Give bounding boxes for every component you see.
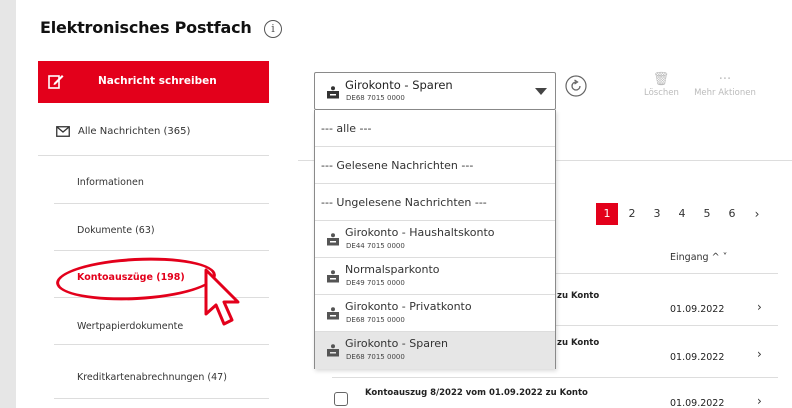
selected-account-iban: DE68 7015 0000: [346, 94, 405, 102]
row-date: 01.09.2022: [670, 352, 725, 363]
info-icon[interactable]: i: [264, 20, 282, 38]
row-title[interactable]: Kontoauszug 8/2022 vom 01.09.2022 zu Kon…: [365, 388, 588, 398]
option-account-iban: DE68 7015 0000: [346, 316, 405, 324]
row-date: 01.09.2022: [670, 304, 725, 315]
more-actions-label: Mehr Aktionen: [694, 88, 756, 98]
chevron-right-icon[interactable]: ›: [757, 300, 762, 314]
chevron-right-icon[interactable]: ›: [757, 347, 762, 361]
sparkasse-logo-icon: [327, 86, 339, 99]
mouse-pointer-icon: [204, 268, 240, 326]
page-title: Elektronisches Postfach: [40, 18, 252, 37]
sort-by-date-button[interactable]: Eingang ^ ˅: [670, 252, 727, 263]
chevron-down-icon: [535, 88, 547, 95]
row-title[interactable]: zu Konto: [557, 338, 599, 348]
option-account-iban: DE49 7015 0000: [346, 279, 405, 287]
sidebar-item-all-messages[interactable]: Alle Nachrichten (365): [38, 110, 269, 156]
sidebar-item-label: Alle Nachrichten (365): [78, 126, 191, 137]
option-account-selected[interactable]: Girokonto - Sparen DE68 7015 0000: [315, 332, 555, 369]
compose-icon: [48, 75, 64, 89]
option-all[interactable]: --- alle ---: [315, 110, 555, 147]
option-read[interactable]: --- Gelesene Nachrichten ---: [315, 147, 555, 184]
more-actions-button[interactable]: ··· Mehr Aktionen: [692, 72, 758, 98]
compose-message-button[interactable]: Nachricht schreiben: [38, 61, 269, 103]
sidebar-item-label: Kreditkartenabrechnungen (47): [77, 372, 227, 383]
row-checkbox[interactable]: [334, 392, 348, 406]
pagination: 1 2 3 4 5 6 ›: [596, 203, 768, 225]
page-1-button[interactable]: 1: [596, 203, 618, 225]
trash-icon: 🗑: [652, 72, 670, 87]
sparkasse-logo-icon: [327, 233, 339, 246]
option-account-name: Girokonto - Haushaltskonto: [345, 226, 495, 239]
option-label: --- alle ---: [321, 122, 372, 135]
chevron-right-icon[interactable]: ›: [757, 394, 762, 408]
mailbox-panel: Elektronisches Postfach i Nachricht schr…: [16, 0, 792, 408]
sidebar-item-label: Wertpapierdokumente: [77, 321, 184, 332]
account-select[interactable]: Girokonto - Sparen DE68 7015 0000: [314, 72, 556, 110]
page-5-button[interactable]: 5: [696, 203, 718, 225]
option-label: --- Ungelesene Nachrichten ---: [321, 196, 487, 209]
delete-button[interactable]: 🗑 Löschen: [644, 72, 679, 98]
page-6-button[interactable]: 6: [721, 203, 743, 225]
option-account-iban: DE68 7015 0000: [346, 353, 405, 361]
row-date: 01.09.2022: [670, 398, 725, 408]
compose-label: Nachricht schreiben: [98, 75, 217, 87]
sparkasse-logo-icon: [327, 344, 339, 357]
page-4-button[interactable]: 4: [671, 203, 693, 225]
mail-icon: [56, 126, 70, 137]
option-account-name: Normalsparkonto: [345, 263, 440, 276]
option-label: --- Gelesene Nachrichten ---: [321, 159, 474, 172]
row-title[interactable]: zu Konto: [557, 291, 599, 301]
option-account[interactable]: Normalsparkonto DE49 7015 0000: [315, 258, 555, 295]
sidebar-item-kreditkartenabrechnungen[interactable]: Kreditkartenabrechnungen (47): [54, 352, 269, 399]
sidebar-item-informationen[interactable]: Informationen: [54, 157, 269, 204]
page-3-button[interactable]: 3: [646, 203, 668, 225]
sidebar-item-label: Dokumente (63): [77, 225, 155, 236]
option-account-name: Girokonto - Privatkonto: [345, 300, 472, 313]
sparkasse-logo-icon: [327, 270, 339, 283]
sidebar-item-dokumente[interactable]: Dokumente (63): [54, 204, 269, 251]
option-account[interactable]: Girokonto - Haushaltskonto DE44 7015 000…: [315, 221, 555, 258]
delete-label: Löschen: [644, 88, 679, 98]
sparkasse-logo-icon: [327, 307, 339, 320]
next-page-button[interactable]: ›: [746, 203, 768, 225]
option-account-name: Girokonto - Sparen: [345, 337, 449, 350]
selected-account-name: Girokonto - Sparen: [345, 78, 453, 92]
option-unread[interactable]: --- Ungelesene Nachrichten ---: [315, 184, 555, 221]
option-account-iban: DE44 7015 0000: [346, 242, 405, 250]
refresh-icon[interactable]: [565, 75, 587, 97]
option-account[interactable]: Girokonto - Privatkonto DE68 7015 0000: [315, 295, 555, 332]
account-select-menu: --- alle --- --- Gelesene Nachrichten --…: [314, 110, 556, 369]
list-divider: [332, 377, 778, 378]
sidebar-item-label: Informationen: [77, 177, 144, 188]
page-2-button[interactable]: 2: [621, 203, 643, 225]
more-dots-icon: ···: [718, 72, 732, 87]
